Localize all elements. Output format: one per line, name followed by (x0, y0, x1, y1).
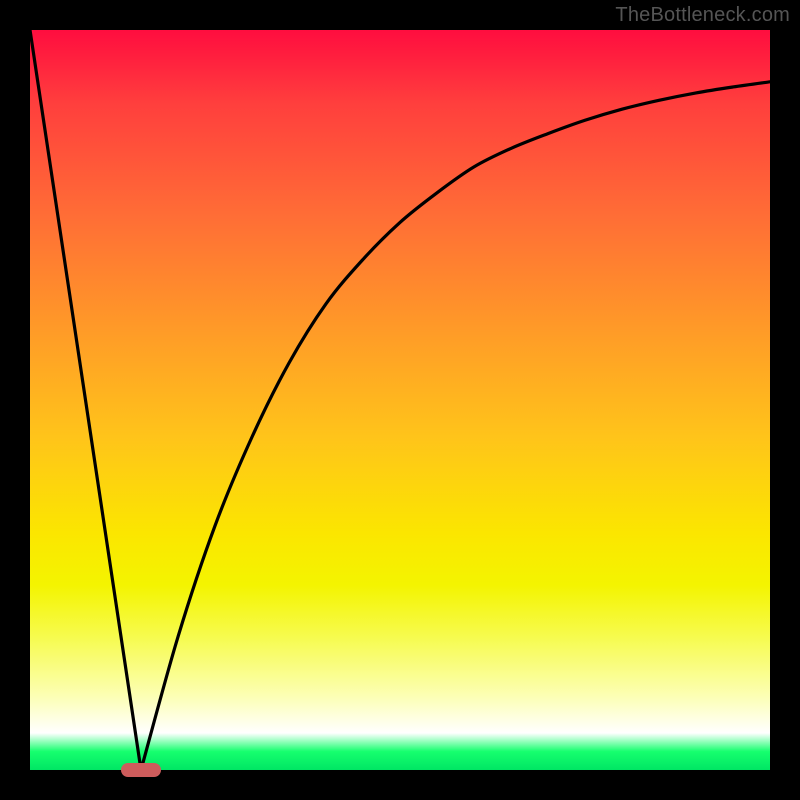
chart-frame: TheBottleneck.com (0, 0, 800, 800)
plot-area (30, 30, 770, 770)
minimum-marker (121, 763, 161, 777)
curve-svg (30, 30, 770, 770)
curve-left (30, 30, 141, 770)
curve-right (141, 82, 770, 770)
watermark-text: TheBottleneck.com (615, 4, 790, 27)
